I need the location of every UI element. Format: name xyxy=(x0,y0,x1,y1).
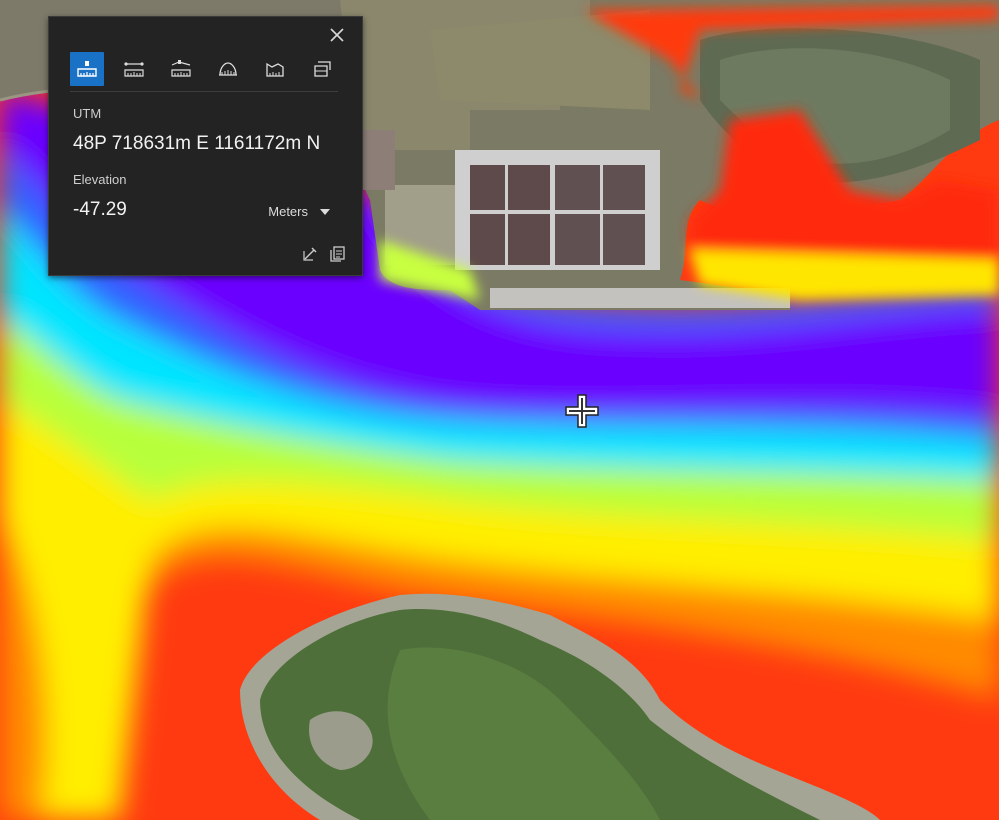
volume-tool-button[interactable] xyxy=(258,52,292,86)
crosshair-cursor-icon xyxy=(565,394,599,428)
close-icon xyxy=(330,28,344,42)
chevron-down-icon xyxy=(320,208,330,215)
slice-tool-button[interactable] xyxy=(305,52,339,86)
copy-icon xyxy=(330,246,345,262)
area-tool-button[interactable] xyxy=(211,52,245,86)
elevation-profile-tool-button[interactable] xyxy=(164,52,198,86)
location-tool-button[interactable] xyxy=(70,52,104,86)
measurement-toolbar xyxy=(70,52,352,86)
coordinate-system-label: UTM xyxy=(73,106,102,121)
edit-measurement-icon xyxy=(303,247,317,261)
distance-tool-icon xyxy=(124,62,144,77)
location-tool-icon xyxy=(77,61,97,77)
elevation-label: Elevation xyxy=(73,172,127,187)
distance-tool-button[interactable] xyxy=(117,52,151,86)
divider xyxy=(70,91,338,92)
copy-button[interactable] xyxy=(329,245,346,262)
edit-measurement-button[interactable] xyxy=(302,245,319,262)
close-button[interactable] xyxy=(328,26,346,44)
elevation-value: -47.29 xyxy=(73,199,127,220)
panel-actions xyxy=(292,245,346,262)
area-tool-icon xyxy=(219,62,237,76)
units-dropdown-label: Meters xyxy=(268,204,308,219)
slice-tool-icon xyxy=(314,61,331,77)
units-dropdown[interactable]: Meters xyxy=(268,204,330,219)
coordinate-value: 48P 718631m E 1161172m N xyxy=(73,133,321,154)
volume-tool-icon xyxy=(266,62,284,77)
measurement-panel: UTM 48P 718631m E 1161172m N Elevation -… xyxy=(48,16,363,276)
elevation-profile-tool-icon xyxy=(171,60,191,77)
